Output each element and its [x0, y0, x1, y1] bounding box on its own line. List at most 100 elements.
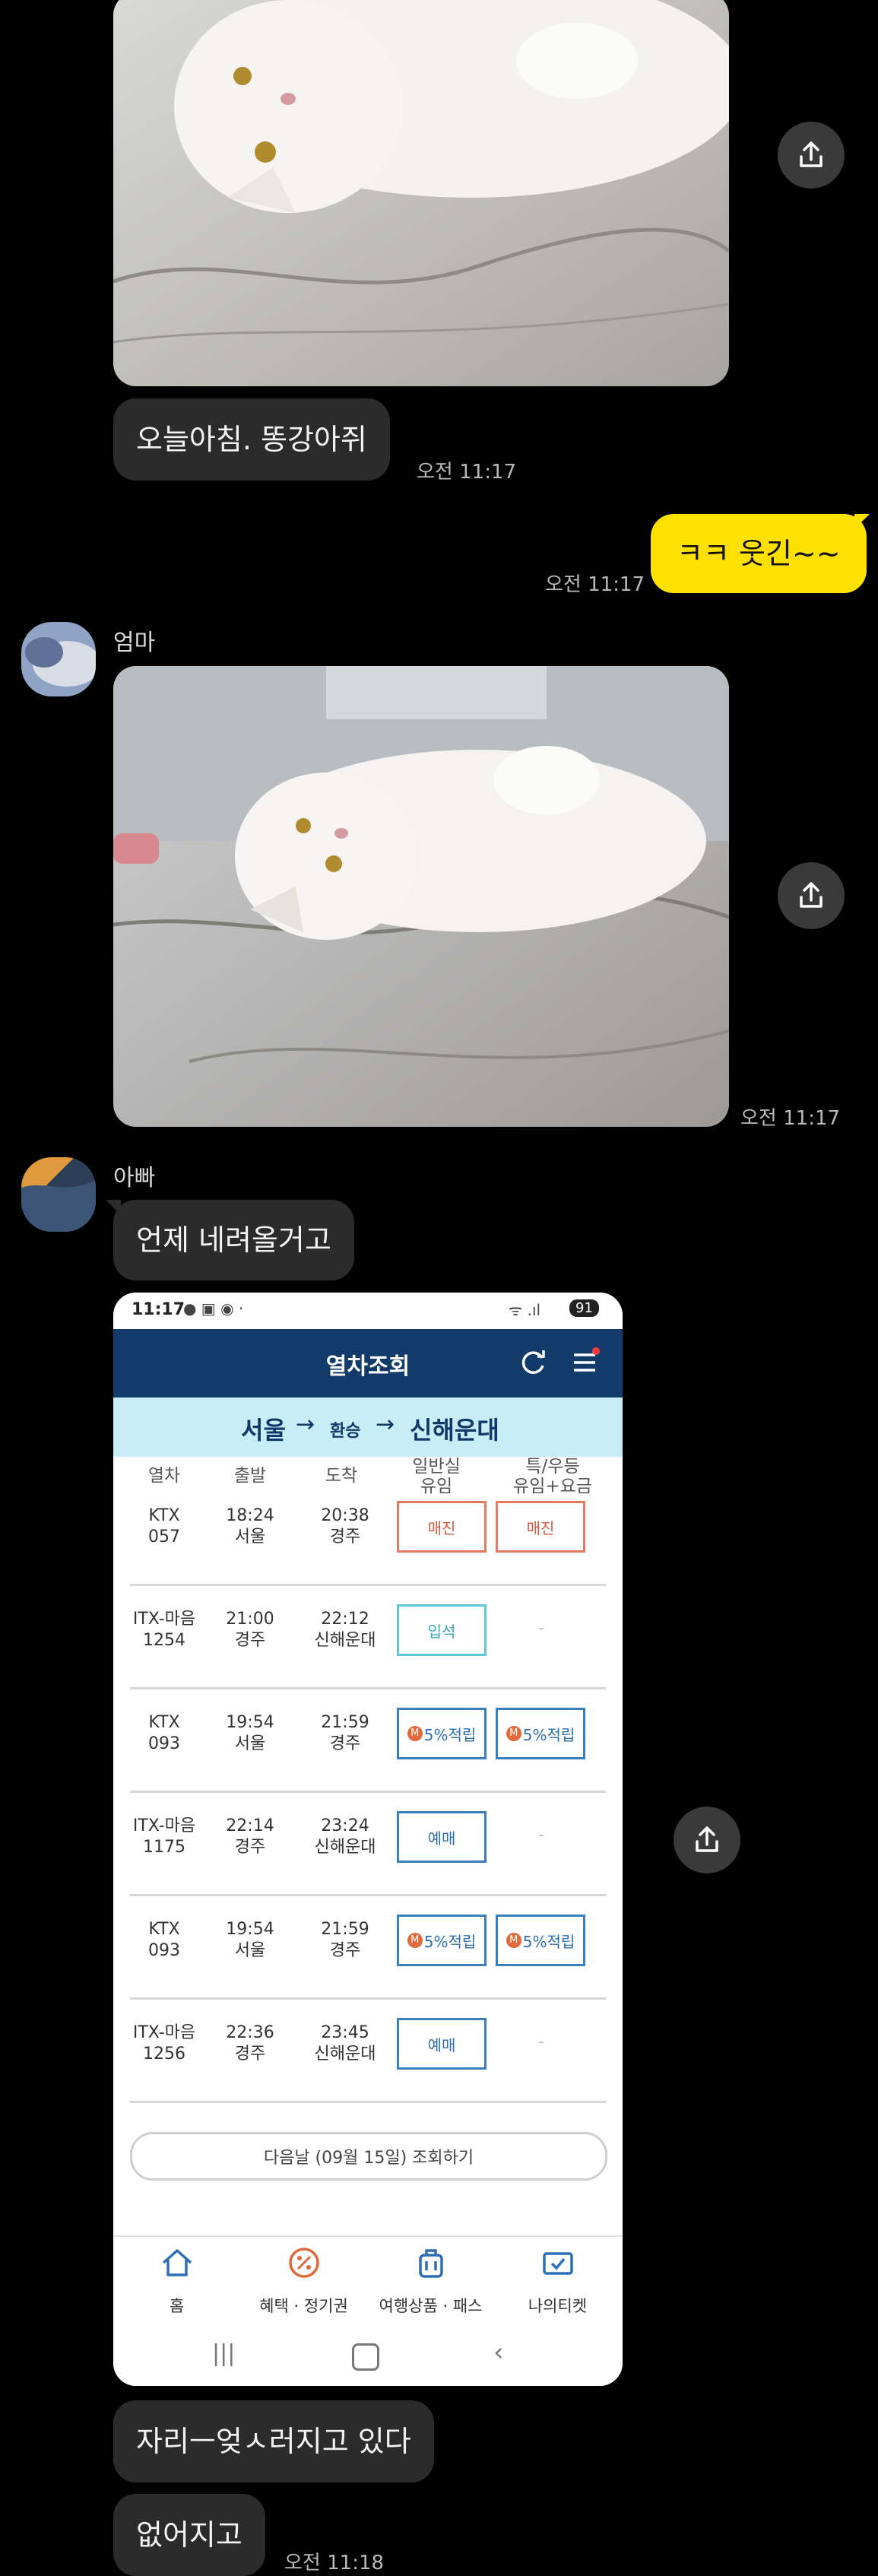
status-bar: 11:17 ● ▣ ◉ · ᯤ .ıl 91 [113, 1293, 623, 1329]
arrival-time: 21:59 [321, 1920, 369, 1939]
nav-benefits[interactable]: 혜택 · 정기권 [240, 2244, 367, 2317]
seat-button-general[interactable]: 매진 [397, 1501, 487, 1553]
seat-label: 5%적립 [423, 1725, 477, 1744]
row-divider [130, 1687, 606, 1689]
nav-label: 혜택 · 정기권 [259, 2297, 348, 2315]
route-transfer: 환승 [330, 1422, 361, 1441]
nav-home[interactable]: 홈 [113, 2244, 240, 2317]
arrival-station: 신해운대 [314, 1838, 376, 1857]
seat-button-general[interactable]: M 5%적립 [397, 1915, 487, 1966]
seat-label: 예매 [427, 1829, 456, 1848]
mileage-badge-icon: M [407, 1933, 423, 1948]
seat-button-special[interactable]: 매진 [496, 1501, 585, 1553]
share-button-1[interactable] [778, 122, 845, 189]
android-nav-bar: ||| ‹ [113, 2327, 623, 2386]
message-time: 오전 11:17 [545, 573, 645, 596]
avatar-dad[interactable] [21, 1157, 96, 1232]
seat-button-special[interactable]: M 5%적립 [496, 1915, 585, 1966]
percent-badge-icon [288, 2248, 319, 2278]
mileage-badge-icon: M [506, 1726, 521, 1741]
cat-photo-1[interactable] [113, 0, 729, 386]
recent-apps-icon[interactable]: ||| [212, 2340, 235, 2367]
status-notification-icons: ● ▣ ◉ · [183, 1299, 244, 1318]
seat-button-general[interactable]: 입석 [397, 1604, 487, 1656]
col-header: 일반실 유임 [412, 1457, 461, 1496]
row-divider [130, 2101, 606, 2103]
row-divider [130, 1997, 606, 2000]
menu-icon[interactable] [569, 1347, 600, 1378]
avatar-mom[interactable] [21, 622, 96, 696]
arrow-right-icon: → [376, 1411, 395, 1438]
seat-label: 5%적립 [522, 1932, 575, 1951]
nav-travel[interactable]: 여행상품 · 패스 [367, 2244, 494, 2317]
seat-button-general[interactable]: M 5%적립 [397, 1708, 487, 1759]
mileage-badge-icon: M [506, 1933, 521, 1948]
no-seat-dash: - [538, 1619, 544, 1638]
col-header: 특/우등 유임+요금 [513, 1457, 592, 1496]
arrival-station: 신해운대 [314, 1631, 376, 1650]
signal-icon: ᯤ .ıl [509, 1301, 541, 1319]
battery-badge: 91 [569, 1299, 599, 1317]
nav-label: 나의티켓 [528, 2297, 588, 2315]
refresh-icon[interactable] [518, 1347, 548, 1378]
departure-station: 경주 [234, 1631, 266, 1650]
sender-name: 아빠 [113, 1165, 156, 1191]
col-header: 열차 [147, 1466, 181, 1486]
message-bubble[interactable]: 없어지고 [113, 2494, 265, 2576]
cat-image-2 [113, 666, 729, 1127]
message-bubble[interactable]: 언제 네려올거고 [113, 1200, 354, 1280]
ticket-icon [542, 2252, 573, 2275]
nav-label: 여행상품 · 패스 [379, 2297, 483, 2315]
message-bubble[interactable]: 자리ㅡ엊ㅅ러지고 있다 [113, 2400, 434, 2482]
avatar-image [21, 622, 96, 696]
seat-button-general[interactable]: 예매 [397, 2018, 487, 2070]
next-day-button[interactable]: 다음날 (09월 15일) 조회하기 [130, 2132, 607, 2181]
home-circle-icon[interactable] [352, 2343, 379, 2371]
arrival-station: 경주 [329, 1941, 361, 1960]
avatar-image [21, 1157, 96, 1232]
seat-label: 5%적립 [423, 1932, 477, 1951]
row-divider [130, 1894, 606, 1896]
train-name: ITX-마음 1254 [132, 1610, 196, 1650]
next-day-label: 다음날 (09월 15일) 조회하기 [263, 2149, 474, 2168]
arrival-time: 22:12 [321, 1610, 369, 1629]
train-name: KTX 093 [148, 1920, 180, 1960]
message-time: 오전 11:18 [284, 2552, 385, 2574]
arrival-station: 경주 [329, 1734, 361, 1753]
cat-image-1 [113, 0, 729, 386]
departure-station: 경주 [234, 1838, 266, 1857]
share-button-3[interactable] [674, 1807, 740, 1873]
arrival-time: 21:59 [321, 1713, 369, 1732]
departure-station: 서울 [234, 1528, 266, 1547]
cat-photo-2[interactable] [113, 666, 729, 1127]
back-icon[interactable]: ‹ [493, 2337, 504, 2368]
seat-button-special[interactable]: M 5%적립 [496, 1708, 585, 1759]
mileage-badge-icon: M [407, 1726, 423, 1741]
arrival-time: 20:38 [321, 1506, 369, 1525]
row-divider [130, 1584, 606, 1586]
bottom-nav: 홈 혜택 · 정기권 여행상품 · 패스 나의티켓 [113, 2235, 623, 2328]
seat-button-general[interactable]: 예매 [397, 1811, 487, 1863]
message-bubble[interactable]: 오늘아침. 똥강아쥐 [113, 398, 390, 481]
train-schedule-screenshot[interactable]: 11:17 ● ▣ ◉ · ᯤ .ıl 91 열차조회 서울 → 환승 → 신해… [113, 1293, 623, 2386]
train-name: ITX-마음 1256 [132, 2023, 196, 2064]
seat-label: 예매 [427, 2035, 456, 2054]
message-time: 오전 11:17 [417, 461, 517, 484]
departure-time: 22:36 [226, 2023, 274, 2042]
arrow-right-icon: → [296, 1411, 315, 1438]
departure-time: 19:54 [226, 1920, 274, 1939]
train-name: KTX 093 [148, 1713, 180, 1753]
departure-station: 서울 [234, 1941, 266, 1960]
share-button-2[interactable] [778, 862, 845, 929]
train-name: KTX 057 [148, 1506, 180, 1547]
message-time: 오전 11:17 [740, 1107, 841, 1130]
luggage-icon [418, 2249, 443, 2278]
departure-station: 경주 [234, 2045, 266, 2064]
arrival-time: 23:24 [321, 1816, 369, 1835]
departure-time: 18:24 [226, 1506, 274, 1525]
outgoing-message-bubble[interactable]: ㅋㅋ 웃긴~~ [651, 514, 867, 593]
nav-my-ticket[interactable]: 나의티켓 [494, 2244, 621, 2317]
route-bar: 서울 → 환승 → 신해운대 [113, 1397, 623, 1457]
departure-time: 21:00 [226, 1610, 274, 1629]
col-header: 출발 [233, 1466, 267, 1486]
